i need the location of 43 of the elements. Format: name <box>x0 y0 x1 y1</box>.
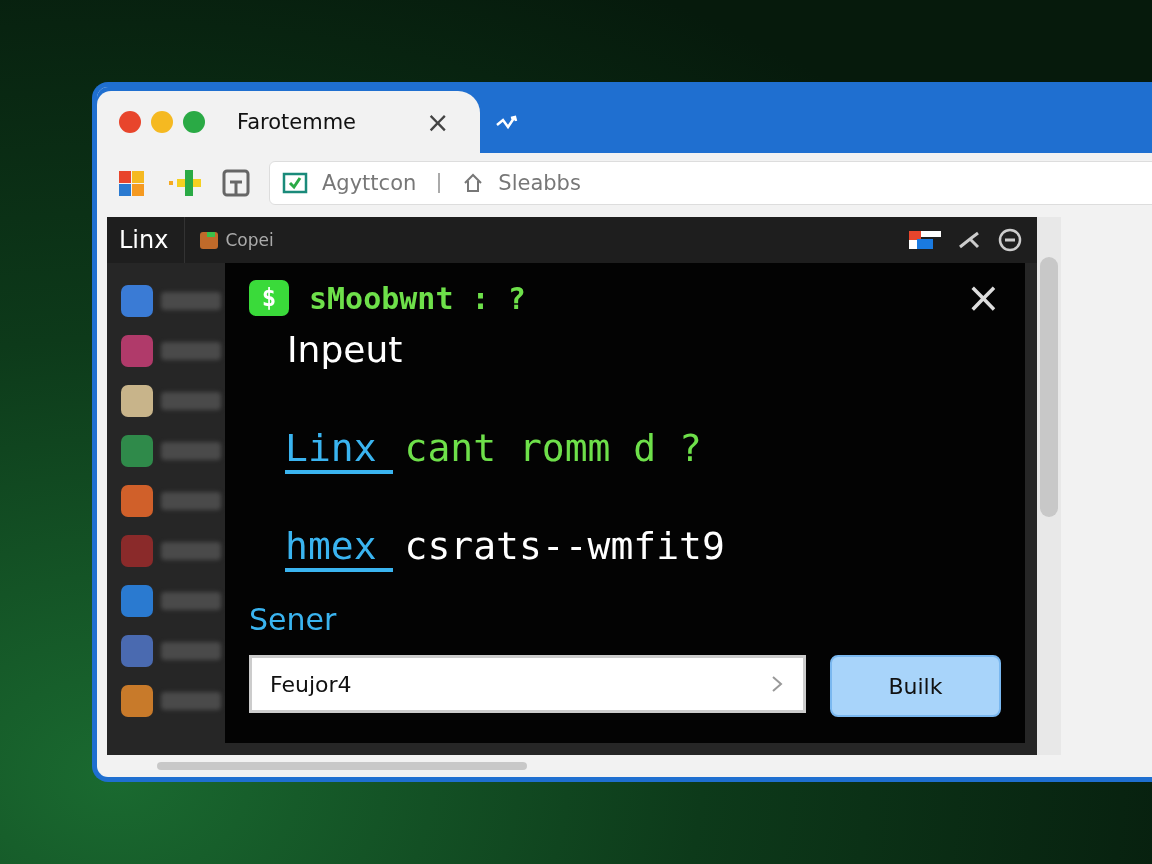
blurred-label <box>161 592 221 610</box>
command-link[interactable]: hmex <box>285 524 393 572</box>
window-icon[interactable] <box>221 168 251 198</box>
address-bar[interactable]: Agyttcon Sleabbs <box>269 161 1152 205</box>
build-button[interactable]: Builk <box>829 655 1001 717</box>
blurred-label <box>161 392 221 410</box>
blurred-label <box>161 442 221 460</box>
plus-icon[interactable] <box>167 167 203 199</box>
command-link[interactable]: Linx <box>285 426 393 474</box>
close-button[interactable]: × <box>965 277 1001 319</box>
maximize-window-icon[interactable] <box>183 111 205 133</box>
blurred-label <box>161 292 221 310</box>
command-text: cant romm d ? <box>404 426 702 472</box>
minus-circle-icon[interactable] <box>997 227 1023 253</box>
address-text: Agyttcon <box>322 171 417 195</box>
blurred-label <box>161 492 221 510</box>
blurred-label <box>161 642 221 660</box>
dollar-badge: $ <box>249 280 289 316</box>
blurred-label <box>161 542 221 560</box>
app-icon[interactable] <box>121 485 153 517</box>
app-tab[interactable]: Copei <box>225 230 274 250</box>
app-icon[interactable] <box>121 385 153 417</box>
dialog-heading: Inpeut <box>287 329 404 370</box>
app-icon[interactable] <box>121 285 153 317</box>
command-text: csrats--wmfit9 <box>404 524 725 570</box>
input-field[interactable]: Feujor4 <box>249 655 806 713</box>
field-label: Sener <box>249 602 338 637</box>
checkbox-icon <box>282 172 308 194</box>
vertical-scrollbar[interactable] <box>1037 217 1061 755</box>
folder-icon <box>199 230 220 250</box>
blurred-label <box>161 342 221 360</box>
flag-icon[interactable] <box>907 229 943 251</box>
browser-tab[interactable]: Farotemme × <box>97 91 480 153</box>
app-icon[interactable] <box>121 435 153 467</box>
address-text: Sleabbs <box>498 171 581 195</box>
tab-close-button[interactable]: × <box>426 105 450 139</box>
app-icon[interactable] <box>121 685 153 717</box>
app-icon[interactable] <box>121 585 153 617</box>
tab-title: Farotemme <box>237 110 357 134</box>
dialog-title: sMoobwnt : ? <box>309 280 526 316</box>
blurred-label <box>161 692 221 710</box>
app-title: Linx <box>119 217 186 263</box>
close-window-icon[interactable] <box>119 111 141 133</box>
